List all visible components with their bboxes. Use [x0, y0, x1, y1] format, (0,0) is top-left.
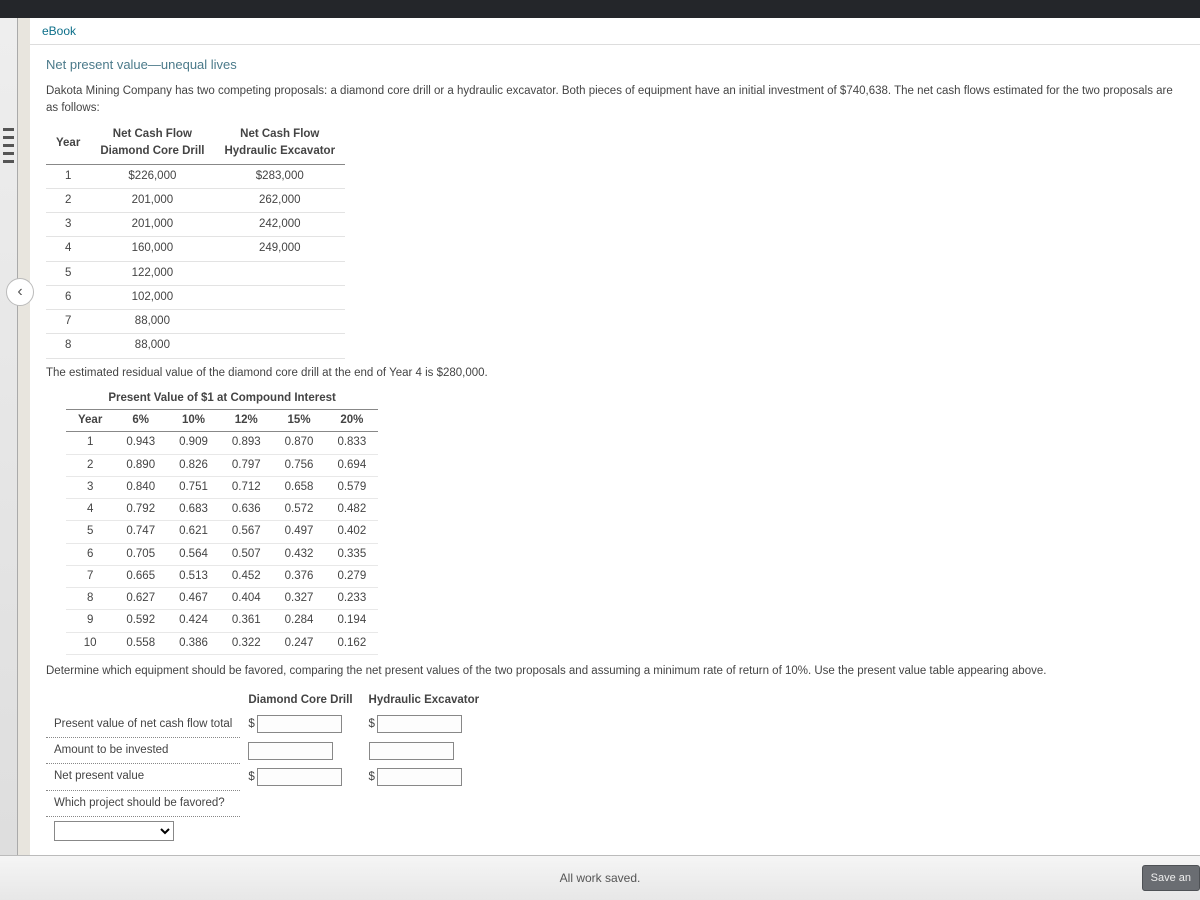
- present-value-table: Present Value of $1 at Compound Interest…: [66, 388, 378, 655]
- chevron-left-icon: ‹: [17, 283, 22, 301]
- answer-row-pv-total: Present value of net cash flow total: [46, 711, 240, 737]
- table-row: 1$226,000$283,000: [46, 164, 345, 188]
- question-text: Determine which equipment should be favo…: [46, 663, 1184, 680]
- table-row: 4160,000249,000: [46, 237, 345, 261]
- table-row: 90.5920.4240.3610.2840.194: [66, 610, 378, 632]
- pv-caption: Present Value of $1 at Compound Interest: [66, 388, 378, 410]
- problem-title: Net present value—unequal lives: [46, 55, 1184, 75]
- ebook-link[interactable]: eBook: [30, 18, 1200, 45]
- table-row: 20.8900.8260.7970.7560.694: [66, 454, 378, 476]
- status-saved: All work saved.: [560, 871, 641, 885]
- table-row: 100.5580.3860.3220.2470.162: [66, 632, 378, 654]
- back-button[interactable]: ‹: [6, 278, 34, 306]
- table-row: 80.6270.4670.4040.3270.233: [66, 588, 378, 610]
- cash-flow-table: Year Net Cash Flow Diamond Core Drill Ne…: [46, 123, 345, 359]
- answer-col-drill: Diamond Core Drill: [240, 690, 360, 711]
- table-row: 3201,000242,000: [46, 213, 345, 237]
- input-invested-excavator[interactable]: [369, 742, 454, 760]
- answer-col-excavator: Hydraulic Excavator: [361, 690, 488, 711]
- answer-row-invested: Amount to be invested: [46, 738, 240, 764]
- input-npv-drill[interactable]: [257, 768, 342, 786]
- input-invested-drill[interactable]: [248, 742, 333, 760]
- select-favored-project[interactable]: [54, 821, 174, 841]
- app-topbar: [0, 0, 1200, 18]
- table-row: 30.8400.7510.7120.6580.579: [66, 476, 378, 498]
- input-pv-total-drill[interactable]: [257, 715, 342, 733]
- cf-header-year: Year: [46, 123, 90, 164]
- cf-header-drill: Net Cash Flow Diamond Core Drill: [90, 123, 214, 164]
- save-and-exit-button[interactable]: Save an: [1142, 865, 1200, 891]
- cf-header-excavator: Net Cash Flow Hydraulic Excavator: [214, 123, 345, 164]
- table-row: 5122,000: [46, 261, 345, 285]
- answer-row-npv: Net present value: [46, 764, 240, 790]
- left-nav-strip: [0, 18, 18, 900]
- table-row: 60.7050.5640.5070.4320.335: [66, 543, 378, 565]
- table-row: 2201,000262,000: [46, 188, 345, 212]
- table-row: 6102,000: [46, 285, 345, 309]
- table-row: 888,000: [46, 334, 345, 358]
- footer-bar: All work saved. Save an: [0, 855, 1200, 900]
- table-row: 40.7920.6830.6360.5720.482: [66, 499, 378, 521]
- residual-note: The estimated residual value of the diam…: [46, 365, 1184, 382]
- page-container: eBook Net present value—unequal lives Da…: [30, 18, 1200, 855]
- input-pv-total-excavator[interactable]: [377, 715, 462, 733]
- table-row: 50.7470.6210.5670.4970.402: [66, 521, 378, 543]
- table-row: 70.6650.5130.4520.3760.279: [66, 565, 378, 587]
- table-row: 10.9430.9090.8930.8700.833: [66, 432, 378, 454]
- answer-row-favored: Which project should be favored?: [46, 790, 240, 816]
- table-row: 788,000: [46, 310, 345, 334]
- input-npv-excavator[interactable]: [377, 768, 462, 786]
- answer-grid: Diamond Core Drill Hydraulic Excavator P…: [46, 690, 487, 845]
- problem-intro: Dakota Mining Company has two competing …: [46, 83, 1184, 118]
